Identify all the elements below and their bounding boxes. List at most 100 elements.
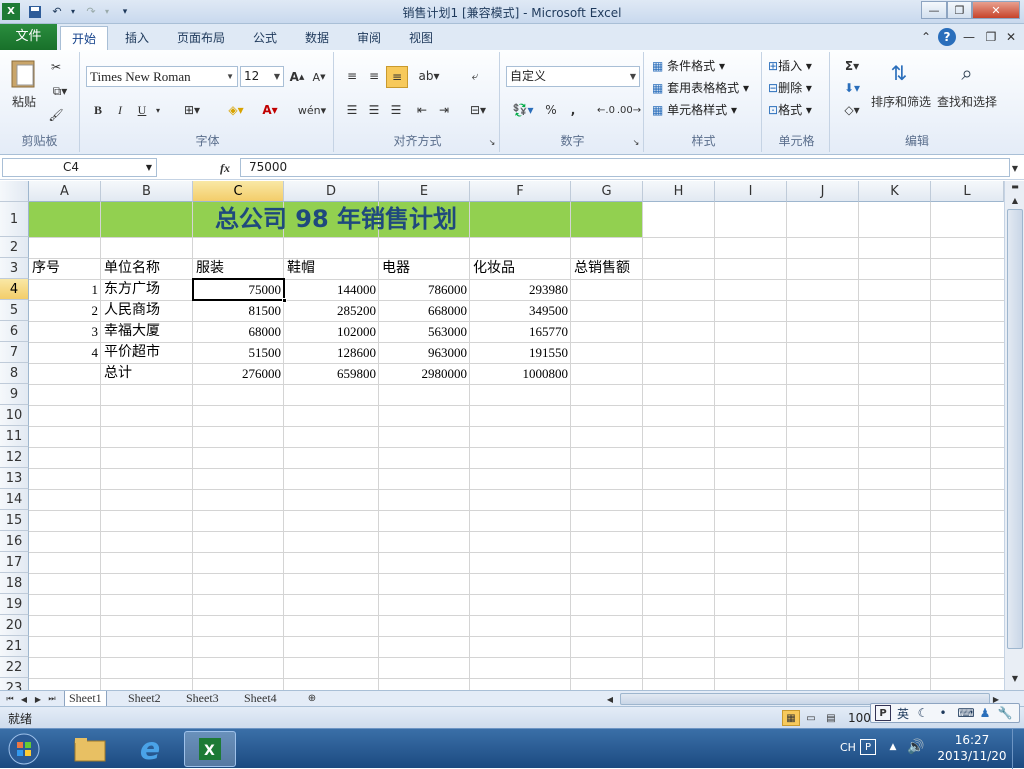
- data-cell[interactable]: 1: [29, 279, 100, 300]
- align-center-icon[interactable]: ☰: [364, 100, 384, 120]
- data-cell[interactable]: 963000: [379, 342, 469, 363]
- row-header-17[interactable]: 17: [0, 552, 29, 573]
- underline-button[interactable]: U: [132, 100, 152, 120]
- row-header-4[interactable]: 4: [0, 279, 29, 300]
- restore-button[interactable]: ❐: [947, 1, 972, 19]
- align-left-icon[interactable]: ☰: [342, 100, 362, 120]
- merge-center-icon[interactable]: ⊟▾: [464, 100, 492, 120]
- font-size-combo[interactable]: 12 ▼: [240, 66, 284, 87]
- italic-button[interactable]: I: [110, 100, 130, 120]
- header-cell[interactable]: 总销售额: [571, 258, 642, 279]
- column-header-b[interactable]: B: [101, 181, 193, 202]
- data-cell[interactable]: 2: [29, 300, 100, 321]
- total-cell[interactable]: 276000: [193, 363, 283, 384]
- close-button[interactable]: ✕: [972, 1, 1020, 19]
- file-tab[interactable]: 文件: [0, 24, 57, 50]
- binoculars-icon[interactable]: ⌕: [952, 56, 982, 90]
- excel-taskbar-icon[interactable]: X: [184, 731, 236, 767]
- font-name-combo[interactable]: Times New Roman ▼: [86, 66, 238, 87]
- data-cell[interactable]: 285200: [284, 300, 378, 321]
- column-header-i[interactable]: I: [715, 181, 787, 202]
- tab-insert[interactable]: 插入: [114, 26, 160, 50]
- row-header-5[interactable]: 5: [0, 300, 29, 321]
- data-cell[interactable]: 144000: [284, 279, 378, 300]
- column-header-l[interactable]: L: [931, 181, 1004, 202]
- row-header-16[interactable]: 16: [0, 531, 29, 552]
- delete-cells-button[interactable]: ⊟删除 ▾: [768, 78, 812, 98]
- underline-dropdown-icon[interactable]: ▾: [152, 100, 164, 120]
- tab-page-layout[interactable]: 页面布局: [166, 26, 236, 50]
- ime-keyboard-icon[interactable]: ⌨: [957, 705, 975, 721]
- grow-font-icon[interactable]: A ▲: [288, 68, 306, 86]
- row-header-14[interactable]: 14: [0, 489, 29, 510]
- total-label-cell[interactable]: 总计: [101, 363, 192, 384]
- orientation-icon[interactable]: ab▾: [414, 66, 444, 86]
- row-header-22[interactable]: 22: [0, 657, 29, 678]
- select-all-button[interactable]: [0, 181, 29, 202]
- increase-indent-icon[interactable]: ⇥: [434, 100, 454, 120]
- data-cell[interactable]: 165770: [470, 321, 570, 342]
- number-format-combo[interactable]: 自定义 ▼: [506, 66, 640, 87]
- insert-cells-button[interactable]: ⊞插入 ▾: [768, 56, 812, 76]
- currency-icon[interactable]: 💱▾: [508, 100, 538, 120]
- header-cell[interactable]: 鞋帽: [284, 258, 378, 279]
- phonetic-icon[interactable]: wén▾: [296, 100, 328, 120]
- find-select-button[interactable]: 查找和选择: [934, 92, 1000, 110]
- show-hidden-icons[interactable]: ▲: [886, 739, 900, 755]
- autosum-icon[interactable]: Σ ▾: [838, 56, 866, 76]
- sort-filter-icon[interactable]: ⇅: [884, 56, 914, 90]
- ime-punctuation-icon[interactable]: •: [935, 705, 951, 721]
- ime-settings-icon[interactable]: 🔧: [997, 705, 1013, 721]
- tab-data[interactable]: 数据: [294, 26, 340, 50]
- data-cell[interactable]: 128600: [284, 342, 378, 363]
- decrease-decimal-icon[interactable]: .00→: [617, 100, 641, 120]
- bold-button[interactable]: B: [88, 100, 108, 120]
- row-header-8[interactable]: 8: [0, 363, 29, 384]
- percent-button[interactable]: %: [542, 100, 560, 120]
- normal-view-icon[interactable]: ▦: [782, 710, 800, 726]
- row-header-1[interactable]: 1: [0, 202, 29, 237]
- increase-decimal-icon[interactable]: ←.0: [596, 100, 616, 120]
- workbook-minimize-icon[interactable]: —: [962, 28, 976, 46]
- column-header-f[interactable]: F: [470, 181, 571, 202]
- row-header-3[interactable]: 3: [0, 258, 29, 279]
- workbook-restore-icon[interactable]: ❐: [984, 28, 998, 46]
- column-header-g[interactable]: G: [571, 181, 643, 202]
- worksheet-grid[interactable]: A B C D E F G H I J K L 1 2 3 4 5 6 7 8 …: [0, 181, 1004, 690]
- fill-color-icon[interactable]: ◈▾: [220, 100, 252, 120]
- row-header-19[interactable]: 19: [0, 594, 29, 615]
- sheet-tab-3[interactable]: Sheet3: [182, 691, 223, 707]
- data-cell[interactable]: 3: [29, 321, 100, 342]
- decrease-indent-icon[interactable]: ⇤: [412, 100, 432, 120]
- volume-icon[interactable]: 🔊: [906, 739, 926, 755]
- page-break-view-icon[interactable]: ▤: [822, 710, 840, 726]
- row-header-23[interactable]: 23: [0, 678, 29, 690]
- sheet-tab-1[interactable]: Sheet1: [64, 691, 107, 707]
- data-cell[interactable]: 东方广场: [101, 279, 192, 300]
- column-header-c[interactable]: C: [193, 181, 284, 202]
- data-cell[interactable]: 4: [29, 342, 100, 363]
- data-cell[interactable]: 51500: [193, 342, 283, 363]
- data-cell[interactable]: 平价超市: [101, 342, 192, 363]
- minimize-ribbon-icon[interactable]: ⌃: [918, 28, 934, 46]
- align-middle-icon[interactable]: ≡: [364, 66, 384, 86]
- start-button[interactable]: [2, 731, 46, 767]
- column-header-j[interactable]: J: [787, 181, 859, 202]
- internet-explorer-icon[interactable]: e: [124, 731, 176, 767]
- vertical-scrollbar[interactable]: ▬ ▲ ▼: [1004, 181, 1024, 690]
- row-header-7[interactable]: 7: [0, 342, 29, 363]
- row-header-12[interactable]: 12: [0, 447, 29, 468]
- data-cell[interactable]: 81500: [193, 300, 283, 321]
- column-header-d[interactable]: D: [284, 181, 379, 202]
- file-explorer-icon[interactable]: [64, 731, 116, 767]
- shrink-font-icon[interactable]: A ▼: [310, 68, 328, 86]
- insert-function-icon[interactable]: fx: [214, 159, 236, 177]
- minimize-button[interactable]: —: [921, 1, 947, 19]
- align-right-icon[interactable]: ☰: [386, 100, 406, 120]
- copy-icon[interactable]: ⧉▾: [46, 82, 74, 100]
- tab-home[interactable]: 开始: [60, 26, 109, 50]
- clock-time[interactable]: 16:27: [940, 733, 1004, 747]
- sort-filter-button[interactable]: 排序和筛选: [866, 92, 936, 110]
- ime-logo-icon[interactable]: P: [875, 705, 891, 721]
- data-cell[interactable]: 191550: [470, 342, 570, 363]
